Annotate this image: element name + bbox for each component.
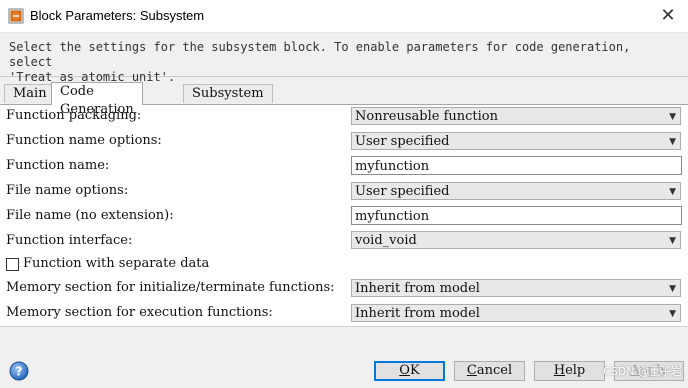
chevron-down-icon: ▼ [669, 137, 676, 147]
tab-code-generation[interactable]: Code Generation [51, 82, 143, 117]
window-title: Block Parameters: Subsystem [30, 8, 205, 23]
description-text: Select the settings for the subsystem bl… [9, 40, 631, 84]
chevron-down-icon: ▼ [669, 112, 676, 122]
chevron-down-icon: ▼ [669, 236, 676, 246]
memory-exec-value: Inherit from model [355, 306, 480, 321]
cancel-button[interactable]: Cancel [454, 361, 525, 381]
function-name-options-label: Function name options: [6, 133, 162, 148]
memory-init-value: Inherit from model [355, 281, 480, 296]
watermark: CSDN @重子岩 [603, 365, 682, 378]
memory-init-label: Memory section for initialize/terminate … [6, 280, 335, 295]
function-name-options-dropdown[interactable]: User specified ▼ [351, 132, 681, 150]
chevron-down-icon: ▼ [669, 187, 676, 197]
tab-subsystem-reference[interactable]: Subsystem Reference [183, 84, 273, 119]
function-packaging-dropdown[interactable]: Nonreusable function ▼ [351, 107, 681, 125]
separate-data-label: Function with separate data [23, 256, 210, 271]
function-name-options-value: User specified [355, 134, 450, 149]
description-area: Select the settings for the subsystem bl… [0, 33, 688, 84]
tab-main[interactable]: Main [4, 84, 56, 103]
simulink-block-icon [8, 8, 24, 24]
separate-data-checkbox[interactable] [6, 258, 19, 271]
help-label-rest: elp [565, 363, 586, 378]
button-bar: ? OK Cancel Help Apply [0, 326, 688, 388]
close-icon[interactable]: ✕ [658, 6, 678, 26]
ok-mnemonic: O [399, 363, 410, 378]
file-name-options-value: User specified [355, 184, 450, 199]
file-name-field[interactable]: myfunction [351, 206, 682, 225]
memory-exec-label: Memory section for execution functions: [6, 305, 273, 320]
help-icon[interactable]: ? [9, 361, 29, 381]
chevron-down-icon: ▼ [669, 284, 676, 294]
function-packaging-value: Nonreusable function [355, 109, 498, 124]
memory-exec-dropdown[interactable]: Inherit from model ▼ [351, 304, 681, 322]
help-button[interactable]: Help [534, 361, 605, 381]
memory-init-dropdown[interactable]: Inherit from model ▼ [351, 279, 681, 297]
function-interface-dropdown[interactable]: void_void ▼ [351, 231, 681, 249]
svg-text:?: ? [16, 365, 23, 379]
file-name-label: File name (no extension): [6, 208, 174, 223]
chevron-down-icon: ▼ [669, 309, 676, 319]
function-name-label: Function name: [6, 158, 110, 173]
cancel-mnemonic: C [466, 363, 477, 378]
file-name-options-label: File name options: [6, 183, 129, 198]
function-name-field[interactable]: myfunction [351, 156, 682, 175]
ok-label-rest: K [409, 363, 420, 378]
function-interface-value: void_void [355, 233, 417, 248]
help-mnemonic: H [553, 363, 566, 378]
title-bar: Block Parameters: Subsystem ✕ [0, 0, 688, 33]
cancel-label-rest: ancel [476, 363, 513, 378]
ok-button[interactable]: OK [374, 361, 445, 381]
function-interface-label: Function interface: [6, 233, 133, 248]
file-name-options-dropdown[interactable]: User specified ▼ [351, 182, 681, 200]
code-generation-panel: Function packaging: Nonreusable function… [0, 104, 688, 327]
